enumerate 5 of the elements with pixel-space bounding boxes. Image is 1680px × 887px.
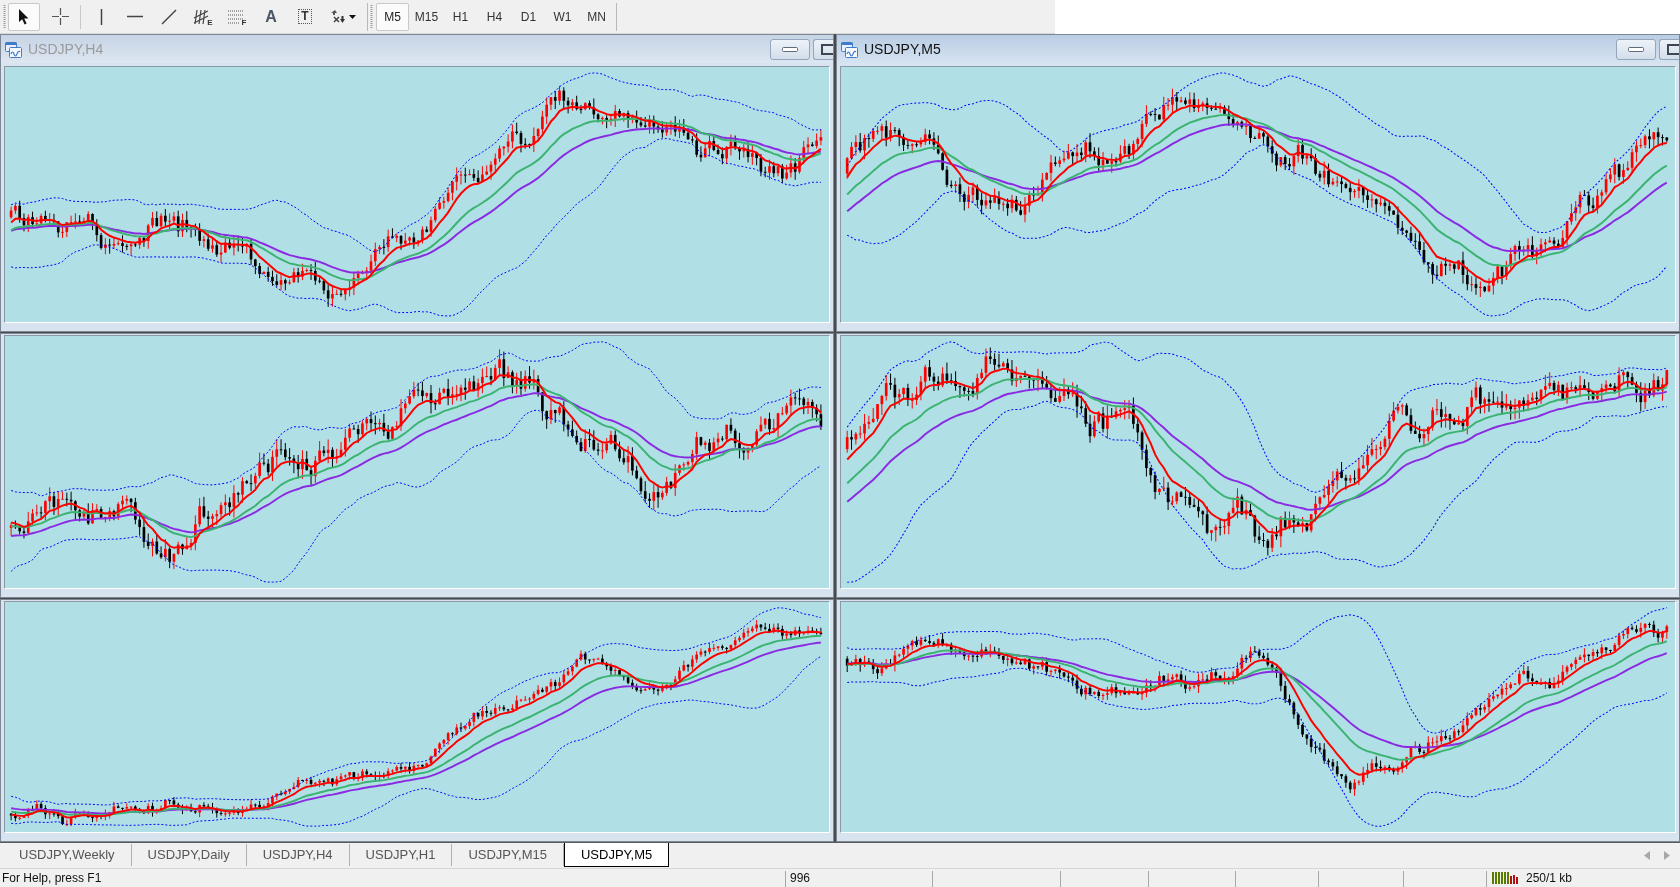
window-title: USDJPY,M5 [864,39,941,59]
window-title: USDJPY,H4 [28,39,104,59]
traffic-text: 250/1 kb [1526,871,1573,885]
status-help-text: For Help, press F1 [2,871,102,885]
status-text: 996 [790,871,811,885]
